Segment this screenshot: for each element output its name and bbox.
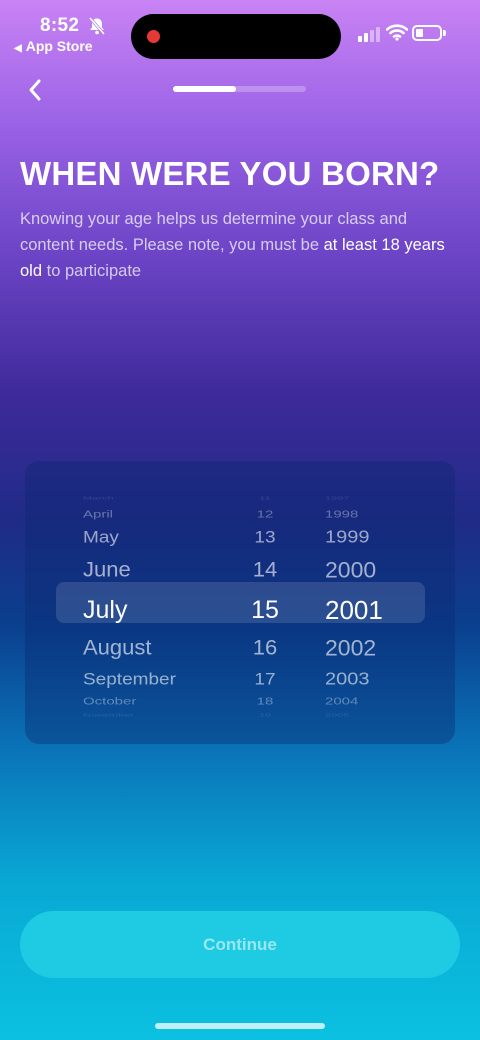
year-option[interactable]: 1998 bbox=[305, 508, 415, 520]
month-option[interactable]: March bbox=[25, 495, 225, 500]
day-option[interactable]: 19 bbox=[225, 712, 305, 717]
day-option[interactable]: 17 bbox=[225, 670, 305, 689]
month-option[interactable]: October bbox=[25, 695, 225, 707]
status-bar: 8:52 ◀ App Store bbox=[0, 0, 480, 62]
month-option[interactable]: April bbox=[25, 508, 225, 520]
month-option[interactable]: September bbox=[25, 670, 225, 689]
continue-button[interactable]: Continue bbox=[20, 911, 460, 978]
recording-indicator bbox=[147, 30, 160, 43]
year-option-selected[interactable]: 2001 bbox=[305, 595, 415, 626]
page-description: Knowing your age helps us determine your… bbox=[20, 206, 450, 284]
page-title: WHEN WERE YOU BORN? bbox=[20, 155, 440, 192]
year-option[interactable]: 1999 bbox=[305, 527, 415, 547]
month-option[interactable]: May bbox=[25, 528, 225, 547]
year-option[interactable]: 1997 bbox=[305, 495, 415, 500]
onboarding-progress-bar bbox=[173, 86, 306, 92]
day-option[interactable]: 16 bbox=[225, 636, 305, 661]
day-option[interactable]: 18 bbox=[225, 695, 305, 707]
year-option[interactable]: 2005 bbox=[305, 712, 415, 717]
month-wheel[interactable]: March April May June July August September Octo… bbox=[25, 461, 225, 744]
day-wheel[interactable]: 11 12 13 14 15 16 17 18 19 bbox=[225, 461, 305, 744]
back-triangle-icon: ◀ bbox=[14, 43, 22, 54]
bell-off-icon bbox=[88, 17, 106, 35]
battery-cap bbox=[443, 30, 446, 36]
back-app-label: App Store bbox=[25, 38, 93, 54]
cellular-signal-icon bbox=[358, 24, 380, 42]
day-option[interactable]: 14 bbox=[225, 558, 305, 583]
back-to-app-store-link[interactable]: ◀ App Store bbox=[14, 38, 93, 54]
desc-highlight-at-least: at least bbox=[323, 236, 377, 254]
wifi-icon bbox=[386, 24, 408, 41]
day-option[interactable]: 13 bbox=[225, 528, 305, 547]
year-option[interactable]: 2000 bbox=[305, 557, 415, 583]
desc-text-3: to participate bbox=[42, 262, 142, 280]
home-indicator bbox=[155, 1023, 325, 1029]
birthdate-picker[interactable]: March April May June July August September Octo… bbox=[25, 461, 455, 744]
status-time: 8:52 bbox=[40, 15, 80, 36]
day-option[interactable]: 11 bbox=[225, 495, 305, 500]
month-option[interactable]: August bbox=[25, 636, 225, 661]
day-option-selected[interactable]: 15 bbox=[225, 596, 305, 625]
battery-icon bbox=[412, 25, 442, 41]
year-wheel[interactable]: 1997 1998 1999 2000 2001 2002 2003 2004 2005 bbox=[305, 461, 415, 744]
month-option[interactable]: June bbox=[25, 558, 225, 583]
year-option[interactable]: 2004 bbox=[305, 695, 415, 707]
month-option[interactable]: November bbox=[25, 712, 225, 717]
dynamic-island bbox=[131, 14, 341, 59]
month-option-selected[interactable]: July bbox=[25, 596, 225, 625]
year-option[interactable]: 2003 bbox=[305, 669, 415, 689]
back-chevron-icon[interactable] bbox=[18, 70, 54, 110]
year-option[interactable]: 2002 bbox=[305, 635, 415, 661]
day-option[interactable]: 12 bbox=[225, 508, 305, 520]
progress-fill bbox=[173, 86, 236, 92]
